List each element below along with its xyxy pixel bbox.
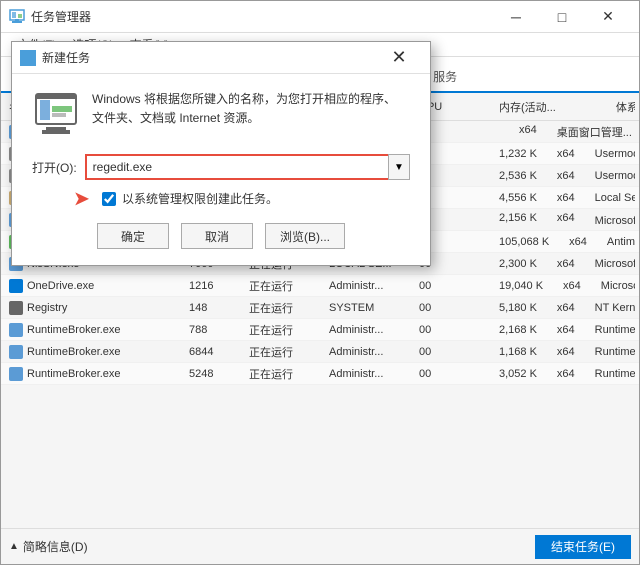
task-manager-window: 任务管理器 ─ □ ✕ 文件(F) 选项(O) 查看(V) 进程 性能 应用历史…: [0, 0, 640, 565]
dialog-open-input[interactable]: [85, 154, 410, 180]
chevron-down-icon: ▼: [394, 162, 404, 173]
table-row[interactable]: RuntimeBroker.exe 788 正在运行 Administr... …: [1, 319, 639, 341]
collapse-label: 简略信息(D): [23, 538, 88, 555]
table-row[interactable]: RuntimeBroker.exe 6844 正在运行 Administr...…: [1, 341, 639, 363]
admin-checkbox[interactable]: [102, 192, 116, 206]
maximize-button[interactable]: □: [539, 1, 585, 33]
dialog-close-button[interactable]: ✕: [376, 42, 422, 74]
process-name: RuntimeBroker.exe: [5, 323, 185, 337]
process-icon: [9, 279, 23, 293]
dialog-input-wrapper: ▼: [85, 154, 410, 180]
dialog-buttons: 确定 取消 浏览(B)...: [32, 223, 410, 249]
end-task-button[interactable]: 结束任务(E): [535, 535, 631, 559]
table-row[interactable]: RuntimeBroker.exe 5248 正在运行 Administr...…: [1, 363, 639, 385]
cancel-button[interactable]: 取消: [181, 223, 253, 249]
chevron-up-icon: ▲: [9, 541, 19, 552]
dialog-icon: [20, 50, 36, 66]
process-desc: 1,232 K x64 Usermode F...: [495, 148, 635, 160]
dropdown-arrow[interactable]: ▼: [388, 154, 410, 180]
dialog-title: 新建任务: [42, 49, 376, 66]
dialog-header-icon: [32, 90, 80, 138]
dialog-input-row: 打开(O): ▼: [32, 154, 410, 180]
browse-button[interactable]: 浏览(B)...: [265, 223, 345, 249]
window-title: 任务管理器: [31, 8, 493, 25]
process-name: RuntimeBroker.exe: [5, 345, 185, 359]
status-bar: ▲ 简略信息(D) 结束任务(E): [1, 528, 639, 564]
close-button[interactable]: ✕: [585, 1, 631, 33]
dialog-content: Windows 将根据您所键入的名称，为您打开相应的程序、 文件夹、文档或 In…: [12, 74, 430, 265]
table-row[interactable]: Registry 148 正在运行 SYSTEM 00 5,180 K x64 …: [1, 297, 639, 319]
process-name: RuntimeBroker.exe: [5, 367, 185, 381]
dialog-input-label: 打开(O):: [32, 159, 77, 176]
dialog-description: Windows 将根据您所键入的名称，为您打开相应的程序、 文件夹、文档或 In…: [92, 90, 396, 128]
dialog-title-bar: 新建任务 ✕: [12, 42, 430, 74]
ok-button[interactable]: 确定: [97, 223, 169, 249]
admin-checkbox-label: 以系统管理权限创建此任务。: [122, 190, 278, 207]
process-desc: x64 桌面窗口管理...: [495, 124, 635, 140]
new-task-dialog: 新建任务 ✕ Windows: [11, 41, 431, 266]
process-name: Registry: [5, 301, 185, 315]
process-icon: [9, 323, 23, 337]
process-icon: [9, 367, 23, 381]
window-controls: ─ □ ✕: [493, 1, 631, 33]
collapse-info[interactable]: ▲ 简略信息(D): [9, 538, 88, 555]
minimize-button[interactable]: ─: [493, 1, 539, 33]
dialog-checkbox-row: ➤ 以系统管理权限创建此任务。: [102, 190, 410, 207]
col-mem[interactable]: 内存(活动... 体系结构 描述: [495, 99, 635, 115]
process-name: OneDrive.exe: [5, 279, 185, 293]
title-bar-icon: [9, 9, 25, 25]
red-arrow-indicator: ➤: [74, 188, 89, 209]
process-icon: [9, 345, 23, 359]
dialog-header: Windows 将根据您所键入的名称，为您打开相应的程序、 文件夹、文档或 In…: [32, 90, 410, 138]
title-bar: 任务管理器 ─ □ ✕: [1, 1, 639, 33]
process-icon: [9, 301, 23, 315]
table-row[interactable]: OneDrive.exe 1216 正在运行 Administr... 00 1…: [1, 275, 639, 297]
arrow-icon: ➤: [74, 188, 89, 209]
